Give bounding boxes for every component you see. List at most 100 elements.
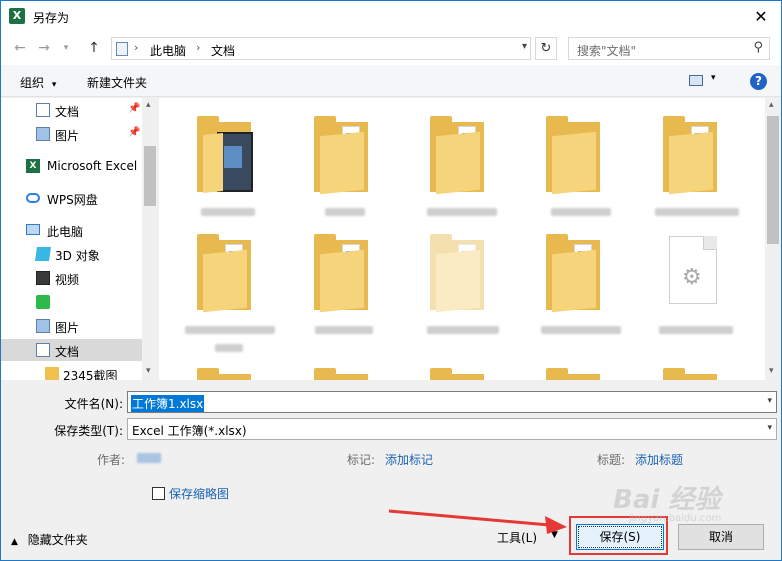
nav-item-pictures-quick[interactable]: 图片 📌 — [1, 123, 142, 145]
tools-button[interactable]: 工具(L) — [497, 529, 537, 546]
nav-item-2345-screenshots[interactable]: 2345截图 — [1, 363, 142, 380]
folder-item[interactable] — [430, 112, 488, 195]
chevron-down-icon[interactable]: ▾ — [767, 396, 772, 406]
recent-locations-button[interactable]: ▾ — [57, 39, 75, 57]
arrow-up-icon: ↑ — [88, 40, 100, 56]
filename-field[interactable]: 工作簿1.xlsx ▾ — [127, 391, 777, 413]
address-bar[interactable]: › 此电脑 › 文档 ▾ — [111, 37, 531, 60]
folder-item[interactable] — [430, 364, 488, 380]
picture-icon — [36, 127, 50, 141]
navigation-pane: 文档 📌 图片 📌 X Microsoft Excel WPS网盘 此电脑 3D… — [1, 98, 158, 380]
nav-item-microsoft-excel[interactable]: X Microsoft Excel — [1, 155, 142, 177]
tags-label: 标记: — [347, 453, 376, 467]
refresh-icon: ↻ — [540, 41, 552, 56]
chevron-down-icon[interactable]: ▼ — [551, 530, 558, 540]
save-thumbnail-label[interactable]: 保存缩略图 — [169, 485, 229, 502]
back-button[interactable]: ← — [11, 39, 29, 57]
folder-item[interactable] — [197, 230, 255, 313]
folder-item[interactable] — [546, 112, 604, 195]
file-item[interactable]: ⚙ — [669, 236, 717, 304]
document-icon — [36, 343, 50, 357]
video-icon — [36, 271, 50, 285]
search-icon: ⚲ — [753, 40, 763, 55]
save-thumbnail-checkbox[interactable] — [152, 487, 165, 500]
folder-name — [185, 326, 275, 334]
pin-icon[interactable]: 📌 — [128, 103, 140, 114]
folder-item[interactable] — [314, 364, 372, 380]
folder-name — [551, 208, 611, 216]
hide-folders-button[interactable]: ▲ 隐藏文件夹 — [11, 531, 88, 548]
cloud-icon — [26, 193, 40, 203]
nav-item-documents-quick[interactable]: 文档 📌 — [1, 99, 142, 121]
add-title-link[interactable]: 添加标题 — [635, 451, 683, 468]
nav-item-videos[interactable]: 视频 — [1, 267, 142, 289]
file-scrollbar-thumb[interactable] — [767, 116, 779, 244]
scroll-down-icon[interactable]: ▾ — [769, 366, 774, 376]
chevron-down-icon: ▾ — [51, 80, 57, 90]
excel-icon: X — [26, 159, 40, 173]
new-folder-button[interactable]: 新建文件夹 — [87, 74, 147, 91]
filename-value[interactable]: 工作簿1.xlsx — [131, 395, 205, 412]
title-bar: X 另存为 ✕ — [1, 1, 781, 32]
nav-scrollbar[interactable] — [142, 98, 158, 380]
chevron-up-icon: ▲ — [11, 537, 18, 547]
file-type-select[interactable]: Excel 工作簿(*.xlsx) ▾ — [127, 418, 777, 440]
computer-icon — [26, 224, 40, 235]
help-button[interactable]: ? — [750, 73, 767, 90]
folder-item[interactable] — [546, 364, 604, 380]
scroll-up-icon[interactable]: ▴ — [146, 100, 151, 110]
scroll-up-icon[interactable]: ▴ — [769, 100, 774, 110]
refresh-button[interactable]: ↻ — [535, 37, 557, 60]
nav-item-label: 文档 — [55, 105, 80, 119]
picture-icon — [36, 319, 50, 333]
cancel-button[interactable]: 取消 — [678, 524, 764, 550]
watermark-text: Bai 经验 — [613, 485, 721, 515]
up-button[interactable]: ↑ — [85, 39, 103, 57]
close-button[interactable]: ✕ — [751, 7, 771, 27]
nav-item-app[interactable] — [1, 291, 142, 313]
nav-item-label: 此电脑 — [47, 225, 84, 239]
folder-item[interactable] — [314, 230, 372, 313]
forward-button[interactable]: → — [35, 39, 53, 57]
search-input[interactable]: 搜索"文档" ⚲ — [568, 37, 770, 60]
folder-name — [541, 326, 621, 334]
breadcrumb-this-pc[interactable]: 此电脑 — [150, 42, 186, 59]
nav-item-documents[interactable]: 文档 — [1, 339, 142, 361]
author-value[interactable] — [137, 453, 161, 463]
nav-item-label: WPS网盘 — [47, 193, 98, 207]
folder-item[interactable] — [314, 112, 372, 195]
pin-icon[interactable]: 📌 — [128, 127, 140, 138]
title-label: 标题: — [597, 453, 626, 467]
nav-item-3d-objects[interactable]: 3D 对象 — [1, 243, 142, 265]
author-label: 作者: — [97, 453, 126, 467]
nav-item-this-pc[interactable]: 此电脑 — [1, 219, 142, 241]
folder-item[interactable] — [546, 230, 604, 313]
breadcrumb-documents[interactable]: 文档 — [211, 42, 235, 59]
chevron-down-icon[interactable]: ▾ — [522, 41, 527, 52]
3d-objects-icon — [35, 247, 51, 261]
view-options-icon[interactable] — [689, 75, 703, 86]
folder-item[interactable] — [197, 112, 255, 194]
folder-item[interactable] — [663, 112, 721, 195]
address-row: ← → ▾ ↑ › 此电脑 › 文档 ▾ ↻ 搜索"文档" ⚲ — [1, 32, 781, 65]
file-list: ⚙ ▴ ▾ — [159, 98, 781, 380]
folder-item[interactable] — [430, 230, 488, 313]
folder-item[interactable] — [197, 364, 255, 380]
nav-item-label: 文档 — [55, 345, 80, 359]
window-title: 另存为 — [33, 11, 70, 25]
nav-scrollbar-thumb[interactable] — [144, 146, 156, 206]
nav-item-label: 3D 对象 — [55, 249, 100, 263]
scroll-down-icon[interactable]: ▾ — [146, 366, 151, 376]
nav-item-label: 2345截图 — [63, 369, 118, 380]
chevron-down-icon[interactable]: ▾ — [711, 73, 716, 83]
folder-name — [201, 208, 255, 216]
organize-button[interactable]: 组织 ▾ — [20, 74, 56, 91]
folder-item[interactable] — [663, 364, 721, 380]
add-tags-link[interactable]: 添加标记 — [385, 451, 433, 468]
chevron-down-icon: ▾ — [767, 423, 772, 433]
nav-item-pictures[interactable]: 图片 — [1, 315, 142, 337]
nav-item-wps-drive[interactable]: WPS网盘 — [1, 187, 142, 209]
document-icon — [36, 103, 50, 117]
file-type-value: Excel 工作簿(*.xlsx) — [132, 424, 247, 438]
nav-item-label: 图片 — [55, 129, 80, 143]
